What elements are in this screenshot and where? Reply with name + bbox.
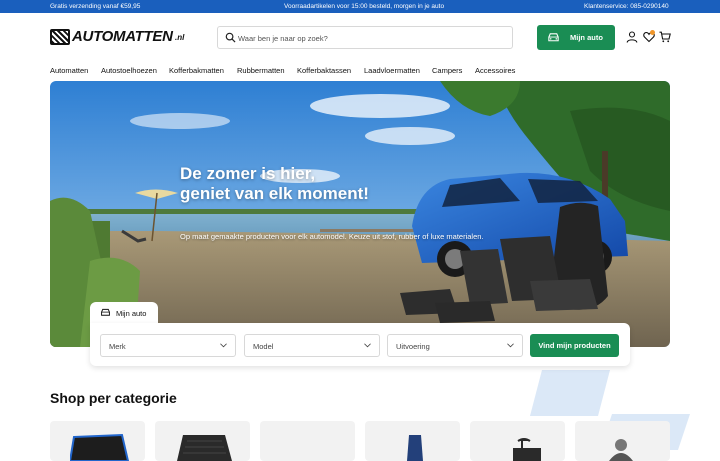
category-card[interactable] [260, 421, 355, 461]
category-image [513, 438, 541, 461]
site-header: AUTOMATTEN .nl Mijn auto [0, 13, 720, 61]
logo-icon [50, 29, 70, 45]
mijn-auto-label: Mijn auto [570, 33, 603, 42]
shipping-notice: Gratis verzending vanaf €59,95 [50, 2, 141, 10]
finder-tab-label: Mijn auto [116, 309, 147, 318]
cart-icon[interactable] [659, 31, 671, 43]
nav-item-kofferbaktassen[interactable]: Kofferbaktassen [297, 66, 351, 75]
hero-subtitle: Op maat gemaakte producten voor elk auto… [180, 232, 484, 241]
nav-item-rubbermatten[interactable]: Rubbermatten [237, 66, 285, 75]
hero-title-line2: geniet van elk moment! [180, 184, 369, 203]
user-icon[interactable] [626, 31, 638, 43]
nav-item-accessoires[interactable]: Accessoires [475, 66, 515, 75]
finder-tab-mijn-auto[interactable]: Mijn auto [90, 302, 158, 324]
main-navigation: Automatten Autostoelhoezen Kofferbakmatt… [0, 61, 720, 133]
search-bar[interactable] [217, 26, 513, 49]
category-image [609, 439, 633, 461]
find-products-button[interactable]: Vind mijn producten [530, 334, 619, 357]
hero-title-line1: De zomer is hier, [180, 164, 316, 183]
model-select-value: Model [253, 342, 274, 351]
site-logo[interactable]: AUTOMATTEN .nl [50, 28, 193, 46]
announcement-bar: Gratis verzending vanaf €59,95 Voorraada… [0, 0, 720, 13]
car-finder: Merk Model Uitvoering Vind mijn producte… [90, 323, 630, 366]
nav-item-kofferbakmatten[interactable]: Kofferbakmatten [169, 66, 224, 75]
chevron-down-icon [364, 343, 371, 348]
category-image [177, 435, 232, 461]
chevron-down-icon [220, 343, 227, 348]
merk-select[interactable]: Merk [100, 334, 236, 357]
wishlist-badge [650, 30, 655, 35]
category-card[interactable] [365, 421, 460, 461]
category-card[interactable] [470, 421, 565, 461]
category-card[interactable] [50, 421, 145, 461]
category-card[interactable] [155, 421, 250, 461]
category-image [407, 435, 423, 461]
hero-title: De zomer is hier, geniet van elk moment! [180, 164, 440, 204]
chevron-down-icon [507, 343, 514, 348]
merk-select-value: Merk [109, 342, 126, 351]
customer-service[interactable]: Klantenservice: 085-0290140 [584, 3, 669, 10]
delivery-notice: Voorraadartikelen voor 15:00 besteld, mo… [284, 2, 445, 10]
nav-item-automatten[interactable]: Automatten [50, 66, 88, 75]
search-icon [225, 32, 236, 43]
search-input[interactable] [238, 30, 508, 46]
car-icon [101, 308, 110, 316]
logo-tld: .nl [175, 33, 185, 42]
model-select[interactable]: Model [244, 334, 380, 357]
nav-item-laadvloermatten[interactable]: Laadvloermatten [364, 66, 420, 75]
uitvoering-select[interactable]: Uitvoering [387, 334, 523, 357]
car-icon [548, 33, 559, 42]
mijn-auto-button[interactable]: Mijn auto [537, 25, 615, 50]
logo-text: AUTOMATTEN [72, 28, 173, 45]
category-image [70, 433, 130, 461]
uitvoering-select-value: Uitvoering [396, 342, 430, 351]
nav-item-campers[interactable]: Campers [432, 66, 462, 75]
nav-item-autostoelhoezen[interactable]: Autostoelhoezen [101, 66, 157, 75]
category-card[interactable] [575, 421, 670, 461]
categories-title: Shop per categorie [50, 390, 177, 406]
